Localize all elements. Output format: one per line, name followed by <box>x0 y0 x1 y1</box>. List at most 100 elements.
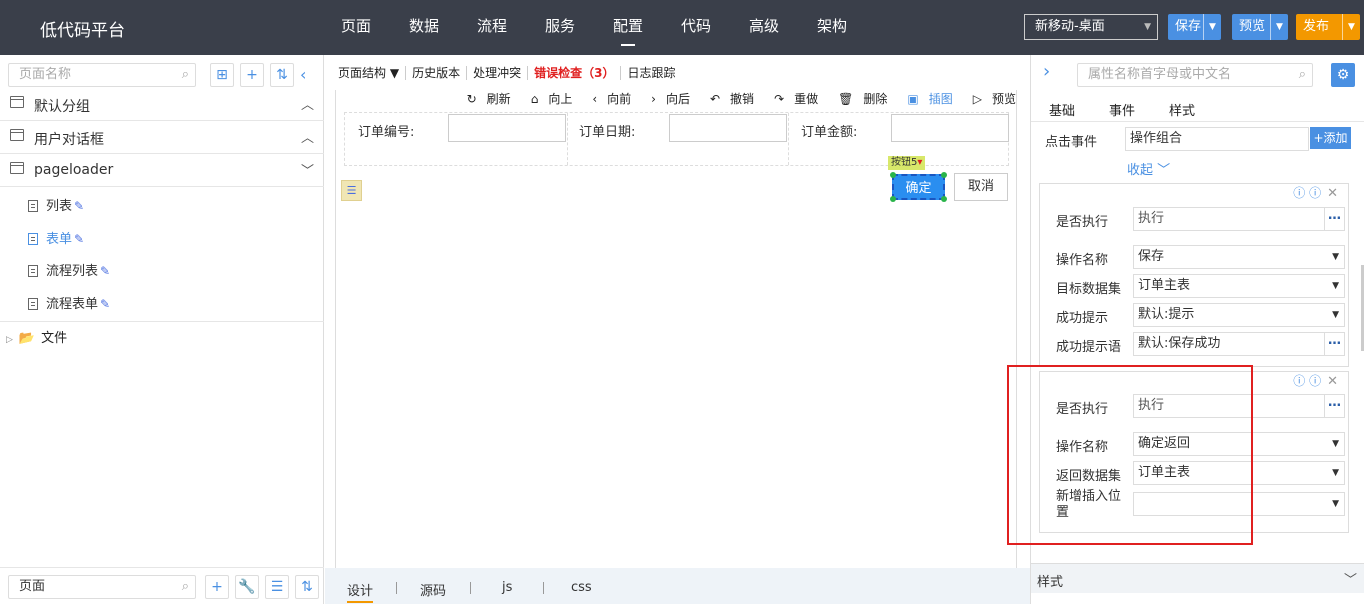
undo-button[interactable]: ↶ 撤销 <box>700 90 754 107</box>
chevron-up-icon[interactable]: ︿ <box>301 94 314 113</box>
resize-handle[interactable] <box>890 172 896 178</box>
order-no-input[interactable] <box>448 114 566 142</box>
order-amount-input[interactable] <box>891 114 1009 142</box>
group-pageloader[interactable]: pageloader ﹀ <box>0 154 324 187</box>
search-icon: ⌕ <box>181 67 189 82</box>
up-button[interactable]: ⌂ 向上 <box>521 90 573 107</box>
click-event-input[interactable]: 操作组合 <box>1125 127 1309 151</box>
nav-architecture[interactable]: 架构 <box>798 0 866 55</box>
nav-code[interactable]: 代码 <box>662 0 730 55</box>
property-search-input[interactable]: 属性名称首字母或中文名 ⌕ <box>1077 63 1313 87</box>
refresh-button[interactable]: ↻ 刷新 <box>457 90 511 107</box>
nav-page[interactable]: 页面 <box>322 0 390 55</box>
group-label: 用户对话框 <box>34 132 104 148</box>
action-card-save: ⓘ ⓘ ✕ 是否执行 执行… 操作名称 保存 ▼ 目标数据集 订单主表 ▼ 成功提示 … <box>1039 183 1349 367</box>
nav-config[interactable]: 配置 <box>594 0 662 55</box>
help-icon[interactable]: ⓘ <box>1293 186 1305 200</box>
collapse-link[interactable]: 收起 ﹀ <box>1127 159 1170 178</box>
log-trace-button[interactable]: 日志跟踪 <box>621 66 681 80</box>
caret-down-icon[interactable]: ▼ <box>1342 14 1360 40</box>
wrench-icon[interactable]: 🔧 <box>235 575 259 599</box>
error-check-button[interactable]: 错误检查（3） <box>528 65 622 80</box>
tab-design[interactable]: 设计 <box>347 580 374 603</box>
delete-button[interactable]: 🗑 删除 <box>828 90 887 107</box>
resize-handle[interactable] <box>941 172 947 178</box>
history-button[interactable]: 历史版本 <box>406 65 468 80</box>
image-icon: ▣ <box>907 92 919 106</box>
nav-data[interactable]: 数据 <box>390 0 458 55</box>
success-tip-select[interactable]: 默认:提示 ▼ <box>1133 303 1345 327</box>
add-icon[interactable]: + <box>205 575 229 599</box>
page-structure-dropdown[interactable]: 页面结构 ▼ <box>325 65 407 80</box>
edit-icon[interactable]: ✎ <box>100 297 110 311</box>
publish-button[interactable]: 发布 ▼ <box>1296 14 1360 40</box>
order-date-input[interactable] <box>669 114 787 142</box>
close-icon[interactable]: ✕ <box>1327 186 1338 201</box>
caret-down-icon[interactable]: ▼ <box>1270 14 1288 40</box>
insert-image-button[interactable]: ▣ 插图 <box>897 90 952 107</box>
preview-canvas-button[interactable]: ▷ 预览 <box>963 90 1016 107</box>
page-item-flow-list[interactable]: 流程列表 ✎ <box>28 260 110 280</box>
back-button[interactable]: › 向后 <box>641 90 690 107</box>
page-item-flow-form[interactable]: 流程表单 ✎ <box>28 293 110 313</box>
group-user-dialog[interactable]: 用户对话框 ︿ <box>0 121 324 154</box>
files-label: 文件 <box>41 331 68 346</box>
more-icon[interactable]: … <box>1324 395 1344 417</box>
design-canvas[interactable]: ↻ 刷新 ⌂ 向上 ‹ 向前 › 向后 ↶ 撤销 ↷ 重做 🗑 删除 ▣ 插图 ▷ 预览 订单编号… <box>335 90 1017 568</box>
page-search-input[interactable]: 页面名称 ⌕ <box>8 63 196 87</box>
chevron-down-icon[interactable]: ﹀ <box>301 160 314 179</box>
forward-button[interactable]: ‹ 向前 <box>582 90 631 107</box>
chevron-up-icon[interactable]: ︿ <box>301 127 314 146</box>
confirm-button[interactable]: 确定 <box>890 172 947 202</box>
edit-icon[interactable]: ✎ <box>74 199 84 213</box>
page-item-list[interactable]: 列表 ✎ <box>28 195 84 215</box>
tab-events[interactable]: 事件 <box>1109 100 1135 119</box>
nav-advanced[interactable]: 高级 <box>730 0 798 55</box>
more-icon[interactable]: … <box>1324 208 1344 230</box>
tab-js[interactable]: js <box>502 580 512 595</box>
chevron-right-icon[interactable]: › <box>1043 61 1050 82</box>
list-order-icon[interactable]: ☰ <box>265 575 289 599</box>
help-icon[interactable]: ⓘ <box>1293 374 1305 388</box>
expand-icon[interactable]: ▷ <box>6 335 13 345</box>
gear-icon[interactable]: ⚙ <box>1331 63 1355 87</box>
group-default[interactable]: 默认分组 ︿ <box>0 88 324 121</box>
page-item-form[interactable]: 表单 ✎ <box>28 228 84 248</box>
edit-icon[interactable]: ✎ <box>74 232 84 246</box>
preview-button[interactable]: 预览 ▼ <box>1232 14 1288 40</box>
resize-handle[interactable] <box>890 196 896 202</box>
add-button[interactable]: +添加 <box>1310 127 1351 149</box>
component-icon[interactable]: ☰ <box>341 180 362 201</box>
tab-basic[interactable]: 基础 <box>1049 100 1075 119</box>
collapse-left-icon[interactable]: ‹ <box>300 65 306 84</box>
operation-name-select[interactable]: 保存 ▼ <box>1133 245 1345 269</box>
sort-icon[interactable]: ⇅ <box>295 575 319 599</box>
more-icon[interactable]: … <box>1324 333 1344 355</box>
tab-source[interactable]: 源码 <box>420 580 446 599</box>
resize-handle[interactable] <box>941 196 947 202</box>
conflict-button[interactable]: 处理冲突 <box>467 65 529 80</box>
style-section-header[interactable]: 样式 ﹀ <box>1031 563 1364 593</box>
info-icon[interactable]: ⓘ <box>1309 374 1321 388</box>
new-folder-icon[interactable]: ⊞ <box>210 63 234 87</box>
info-icon[interactable]: ⓘ <box>1309 186 1321 200</box>
target-dataset-select[interactable]: 订单主表 ▼ <box>1133 274 1345 298</box>
files-node[interactable]: ▷ 📂 文件 <box>6 327 67 346</box>
nav-flow[interactable]: 流程 <box>458 0 526 55</box>
caret-down-icon[interactable]: ▼ <box>1203 14 1221 40</box>
redo-button[interactable]: ↷ 重做 <box>764 90 818 107</box>
add-icon[interactable]: + <box>240 63 264 87</box>
edit-icon[interactable]: ✎ <box>100 264 110 278</box>
success-message-input[interactable]: 默认:保存成功… <box>1133 332 1345 356</box>
sort-icon[interactable]: ⇅ <box>270 63 294 87</box>
bottom-search-input[interactable]: 页面 ⌕ <box>8 575 196 599</box>
chevron-down-icon[interactable]: ﹀ <box>1344 569 1357 588</box>
execute-input[interactable]: 执行… <box>1133 207 1345 231</box>
tab-css[interactable]: css <box>571 580 592 595</box>
tab-style[interactable]: 样式 <box>1169 100 1195 119</box>
save-button[interactable]: 保存 ▼ <box>1168 14 1221 40</box>
close-icon[interactable]: ✕ <box>1327 374 1338 389</box>
device-select[interactable]: 新移动-桌面 ▼ <box>1024 14 1158 40</box>
cancel-button[interactable]: 取消 <box>954 173 1008 201</box>
nav-service[interactable]: 服务 <box>526 0 594 55</box>
